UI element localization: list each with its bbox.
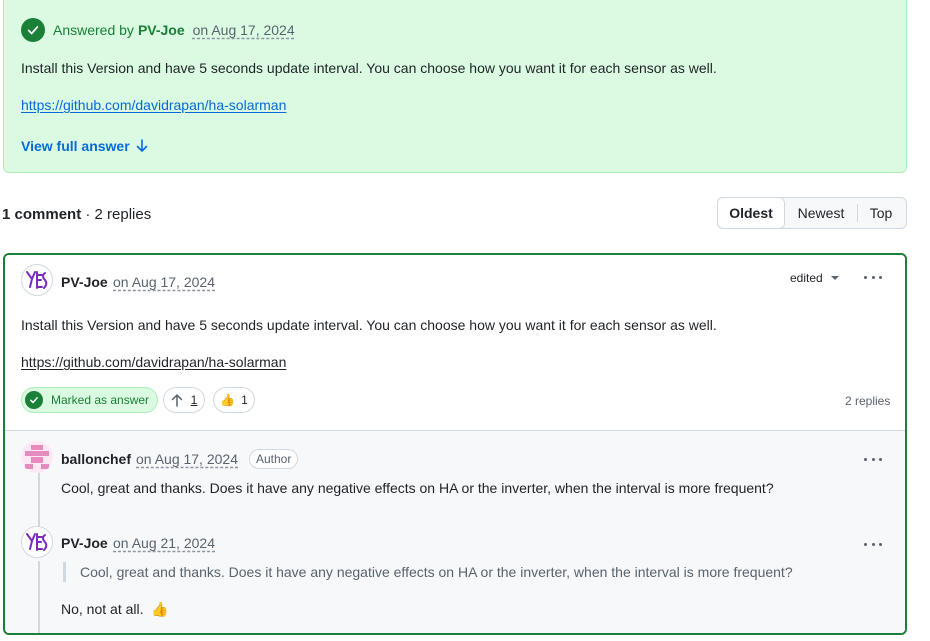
thumbs-up-icon: 👍: [220, 393, 236, 407]
reply-body-text: No, not at all. 👍: [61, 601, 169, 618]
answer-header: Answered by PV-Joe on Aug 17, 2024: [21, 18, 295, 42]
reply-date-link[interactable]: on Aug 21, 2024: [113, 535, 215, 551]
sort-top-button[interactable]: Top: [858, 198, 904, 228]
comment-date-link[interactable]: on Aug 17, 2024: [113, 274, 215, 290]
reply-options-button[interactable]: [862, 451, 884, 467]
sort-segmented-control: Oldest Newest Top: [717, 197, 907, 229]
pv-joe-avatar-icon: [26, 533, 48, 551]
quoted-reply: Cool, great and thanks. Does it have any…: [63, 562, 793, 582]
answer-summary-box: Answered by PV-Joe on Aug 17, 2024 Insta…: [3, 0, 907, 173]
comment-thread: PV-Joe on Aug 17, 2024 edited Install th…: [3, 253, 907, 635]
marked-as-answer-label: Marked as answer: [51, 393, 150, 407]
thumbs-up-icon: 👍: [151, 601, 169, 617]
check-circle-icon: [25, 391, 43, 409]
comment-body-text: Install this Version and have 5 seconds …: [21, 317, 717, 333]
edited-dropdown[interactable]: edited: [790, 271, 839, 285]
reply-body-label: No, not at all.: [61, 601, 144, 617]
main-comment: PV-Joe on Aug 17, 2024 edited Install th…: [5, 255, 905, 430]
comment-options-button[interactable]: [862, 269, 884, 285]
replies-count: 2 replies: [845, 394, 891, 408]
comment-author-link[interactable]: PV-Joe: [61, 274, 108, 290]
answered-by-label: Answered by: [53, 22, 134, 38]
comments-count: 1 comment · 2 replies: [2, 206, 151, 223]
upvote-count: 1: [190, 393, 198, 407]
comment-count-label: 1 comment: [2, 206, 82, 223]
answer-author-link[interactable]: PV-Joe: [138, 22, 185, 38]
edited-label: edited: [790, 271, 823, 285]
reply-body-text: Cool, great and thanks. Does it have any…: [61, 480, 774, 496]
marked-as-answer-badge: Marked as answer: [21, 387, 159, 413]
reply-author-link[interactable]: PV-Joe: [61, 535, 108, 551]
view-full-answer-label: View full answer: [21, 138, 130, 154]
avatar[interactable]: [21, 264, 53, 296]
caret-down-icon: [830, 276, 839, 280]
arrow-up-icon: [171, 394, 182, 407]
replies-count-label: · 2 replies: [85, 206, 152, 223]
ballonchef-avatar-icon: [21, 441, 53, 473]
author-badge: Author: [249, 449, 299, 469]
reply-date-link[interactable]: on Aug 17, 2024: [136, 451, 238, 467]
comment-github-link[interactable]: https://github.com/davidrapan/ha-solarma…: [21, 354, 286, 370]
answer-date-link[interactable]: on Aug 17, 2024: [193, 22, 295, 38]
reply-options-button[interactable]: [862, 536, 884, 552]
avatar[interactable]: [21, 526, 53, 558]
arrow-down-icon: [136, 139, 147, 152]
pv-joe-avatar-icon: [26, 271, 48, 289]
thread-line: [38, 471, 40, 531]
sort-oldest-button[interactable]: Oldest: [717, 197, 785, 229]
reaction-count: 1: [241, 393, 248, 407]
view-full-answer-link[interactable]: View full answer: [21, 138, 148, 154]
check-circle-icon: [21, 18, 45, 42]
reply-author-link[interactable]: ballonchef: [61, 451, 131, 467]
thread-line: [38, 561, 40, 633]
sort-newest-button[interactable]: Newest: [785, 198, 857, 228]
avatar[interactable]: [21, 441, 53, 473]
thumbs-up-reaction-button[interactable]: 👍 1: [213, 387, 255, 413]
replies-section: ballonchef on Aug 17, 2024 Author Cool, …: [5, 430, 905, 633]
answer-body-text: Install this Version and have 5 seconds …: [21, 60, 717, 76]
answer-github-link[interactable]: https://github.com/davidrapan/ha-solarma…: [21, 97, 286, 113]
upvote-button[interactable]: 1: [163, 387, 205, 413]
